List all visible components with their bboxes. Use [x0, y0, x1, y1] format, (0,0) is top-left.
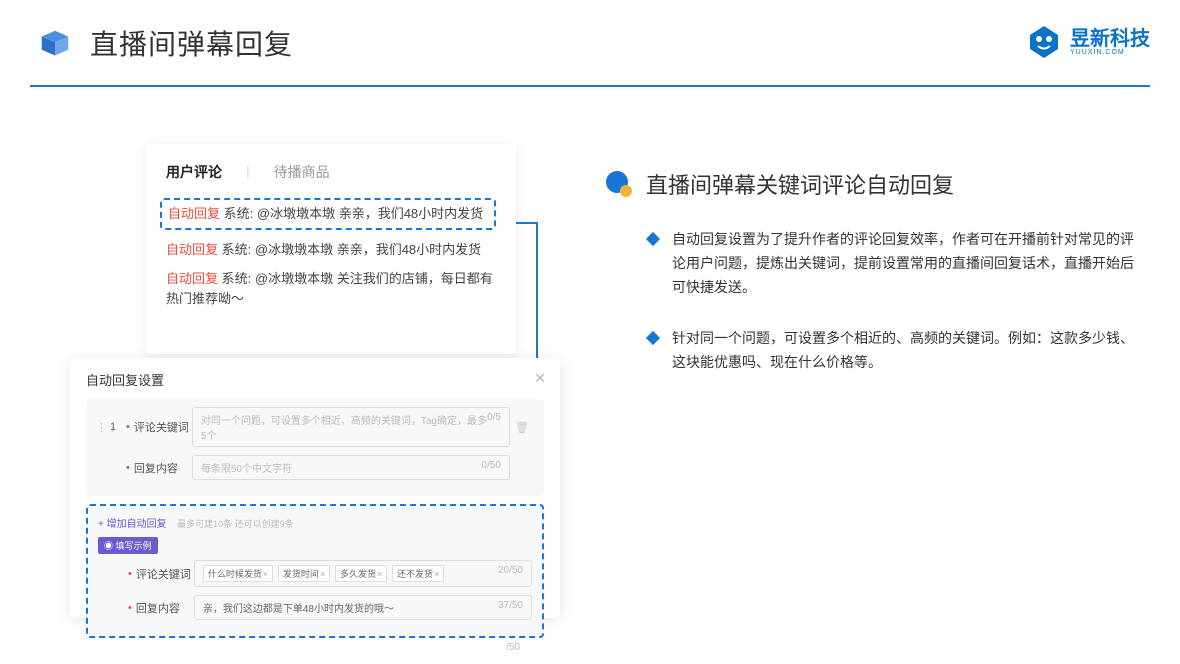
row-number: 1 — [110, 421, 126, 433]
content-label: 回复内容 — [134, 460, 192, 476]
outer-counter: /50 — [86, 638, 544, 653]
tag-chip[interactable]: 发货时间× — [278, 565, 330, 582]
required-dot: • — [128, 602, 132, 614]
delete-icon[interactable]: 🗑 — [510, 421, 534, 434]
system-prefix: 系统: — [222, 271, 252, 286]
tag-list: 什么时候发货× 发货时间× 多久发货× 还不发货× — [203, 565, 446, 582]
tab-divider: | — [246, 162, 250, 182]
brand-icon — [1026, 24, 1062, 60]
char-counter: 20/50 — [498, 565, 523, 582]
highlighted-comment: 自动回复 系统: @冰墩墩本墩 亲亲，我们48小时内发货 — [160, 198, 496, 230]
required-dot: • — [126, 421, 130, 433]
char-counter: 37/50 — [498, 600, 523, 615]
input-placeholder: 每条限50个中文字符 — [201, 460, 292, 475]
bullet-item: 针对同一个问题，可设置多个相近的、高频的关键词。例如：这款多少钱、这块能优惠吗、… — [604, 327, 1134, 375]
section-header: 直播间弹幕关键词评论自动回复 — [604, 168, 1134, 200]
example-keyword-row: • 评论关键词 什么时候发货× 发货时间× 多久发货× 还不发货× 20/50 — [98, 560, 532, 587]
tabs: 用户评论 | 待播商品 — [166, 162, 496, 182]
connector-line — [516, 222, 536, 224]
system-prefix: 系统: — [222, 242, 252, 257]
comment-text: @冰墩墩本墩 亲亲，我们48小时内发货 — [257, 206, 483, 221]
brand-logo: 昱新科技 YUUXIN.COM — [1026, 24, 1150, 60]
example-badge: ◉ 填写示例 — [98, 537, 158, 554]
example-block: + 增加自动回复 最多可建10条 还可以创建9条 ◉ 填写示例 • 评论关键词 … — [86, 504, 544, 638]
tag-chip[interactable]: 还不发货× — [392, 565, 444, 582]
keyword-input[interactable]: 对同一个问题，可设置多个相近、高频的关键词，Tag确定，最多5个 0/5 — [192, 407, 510, 447]
example-content-input[interactable]: 亲，我们这边都是下单48小时内发货的哦～ 37/50 — [194, 595, 532, 620]
auto-reply-tag: 自动回复 — [168, 206, 220, 221]
add-reply-link[interactable]: + 增加自动回复 — [98, 515, 167, 530]
example-keyword-input[interactable]: 什么时候发货× 发货时间× 多久发货× 还不发货× 20/50 — [194, 560, 532, 587]
section-title: 直播间弹幕关键词评论自动回复 — [646, 168, 954, 200]
bullet-text: 自动回复设置为了提升作者的评论回复效率，作者可在开播前针对常见的评论用户问题，提… — [672, 228, 1134, 299]
bullet-text: 针对同一个问题，可设置多个相近的、高频的关键词。例如：这款多少钱、这块能优惠吗、… — [672, 327, 1134, 375]
add-hint: 最多可建10条 还可以创建9条 — [177, 519, 294, 529]
tag-chip[interactable]: 多久发货× — [335, 565, 387, 582]
comment-row: 自动回复 系统: @冰墩墩本墩 亲亲，我们48小时内发货 — [168, 204, 488, 224]
settings-card: 自动回复设置 ✕ ⋮⋮ 1 • 评论关键词 对同一个问题，可设置多个相近、高频的… — [70, 358, 560, 618]
auto-reply-tag: 自动回复 — [166, 242, 218, 257]
header-divider — [30, 85, 1150, 87]
brand-subtitle: YUUXIN.COM — [1070, 49, 1150, 56]
comments-card: 用户评论 | 待播商品 自动回复 系统: @冰墩墩本墩 亲亲，我们48小时内发货… — [146, 144, 516, 354]
chat-bubble-icon — [604, 169, 634, 199]
settings-title: 自动回复设置 — [86, 370, 544, 399]
required-dot: • — [128, 568, 132, 580]
cube-icon — [36, 27, 74, 59]
input-placeholder: 对同一个问题，可设置多个相近、高频的关键词，Tag确定，最多5个 — [201, 412, 487, 442]
tag-chip[interactable]: 什么时候发货× — [203, 565, 273, 582]
comment-row: 自动回复 系统: @冰墩墩本墩 关注我们的店铺，每日都有热门推荐呦～ — [166, 269, 496, 308]
system-prefix: 系统: — [224, 206, 254, 221]
brand-name: 昱新科技 — [1070, 29, 1150, 49]
close-icon[interactable]: ✕ — [534, 370, 546, 387]
keyword-label: 评论关键词 — [136, 566, 194, 582]
content-row: • 回复内容 每条限50个中文字符 0/50 — [96, 455, 534, 480]
diamond-bullet-icon — [646, 232, 660, 246]
example-content-row: • 回复内容 亲，我们这边都是下单48小时内发货的哦～ 37/50 — [98, 595, 532, 620]
auto-reply-tag: 自动回复 — [166, 271, 218, 286]
required-dot: • — [126, 462, 130, 474]
content-label: 回复内容 — [136, 600, 194, 616]
form-block: ⋮⋮ 1 • 评论关键词 对同一个问题，可设置多个相近、高频的关键词，Tag确定… — [86, 399, 544, 496]
bullet-item: 自动回复设置为了提升作者的评论回复效率，作者可在开播前针对常见的评论用户问题，提… — [604, 228, 1134, 299]
drag-handle-icon[interactable]: ⋮⋮ — [96, 421, 110, 434]
char-counter: 0/50 — [482, 460, 501, 475]
input-value: 亲，我们这边都是下单48小时内发货的哦～ — [203, 600, 394, 615]
keyword-row: ⋮⋮ 1 • 评论关键词 对同一个问题，可设置多个相近、高频的关键词，Tag确定… — [96, 407, 534, 447]
content-input[interactable]: 每条限50个中文字符 0/50 — [192, 455, 510, 480]
comment-row: 自动回复 系统: @冰墩墩本墩 亲亲，我们48小时内发货 — [166, 240, 496, 260]
page-title: 直播间弹幕回复 — [90, 23, 293, 63]
tab-pending-products[interactable]: 待播商品 — [274, 162, 330, 182]
diamond-bullet-icon — [646, 331, 660, 345]
keyword-label: 评论关键词 — [134, 419, 192, 435]
comment-text: @冰墩墩本墩 亲亲，我们48小时内发货 — [255, 242, 481, 257]
tab-user-comments[interactable]: 用户评论 — [166, 162, 222, 182]
char-counter: 0/5 — [487, 412, 501, 442]
